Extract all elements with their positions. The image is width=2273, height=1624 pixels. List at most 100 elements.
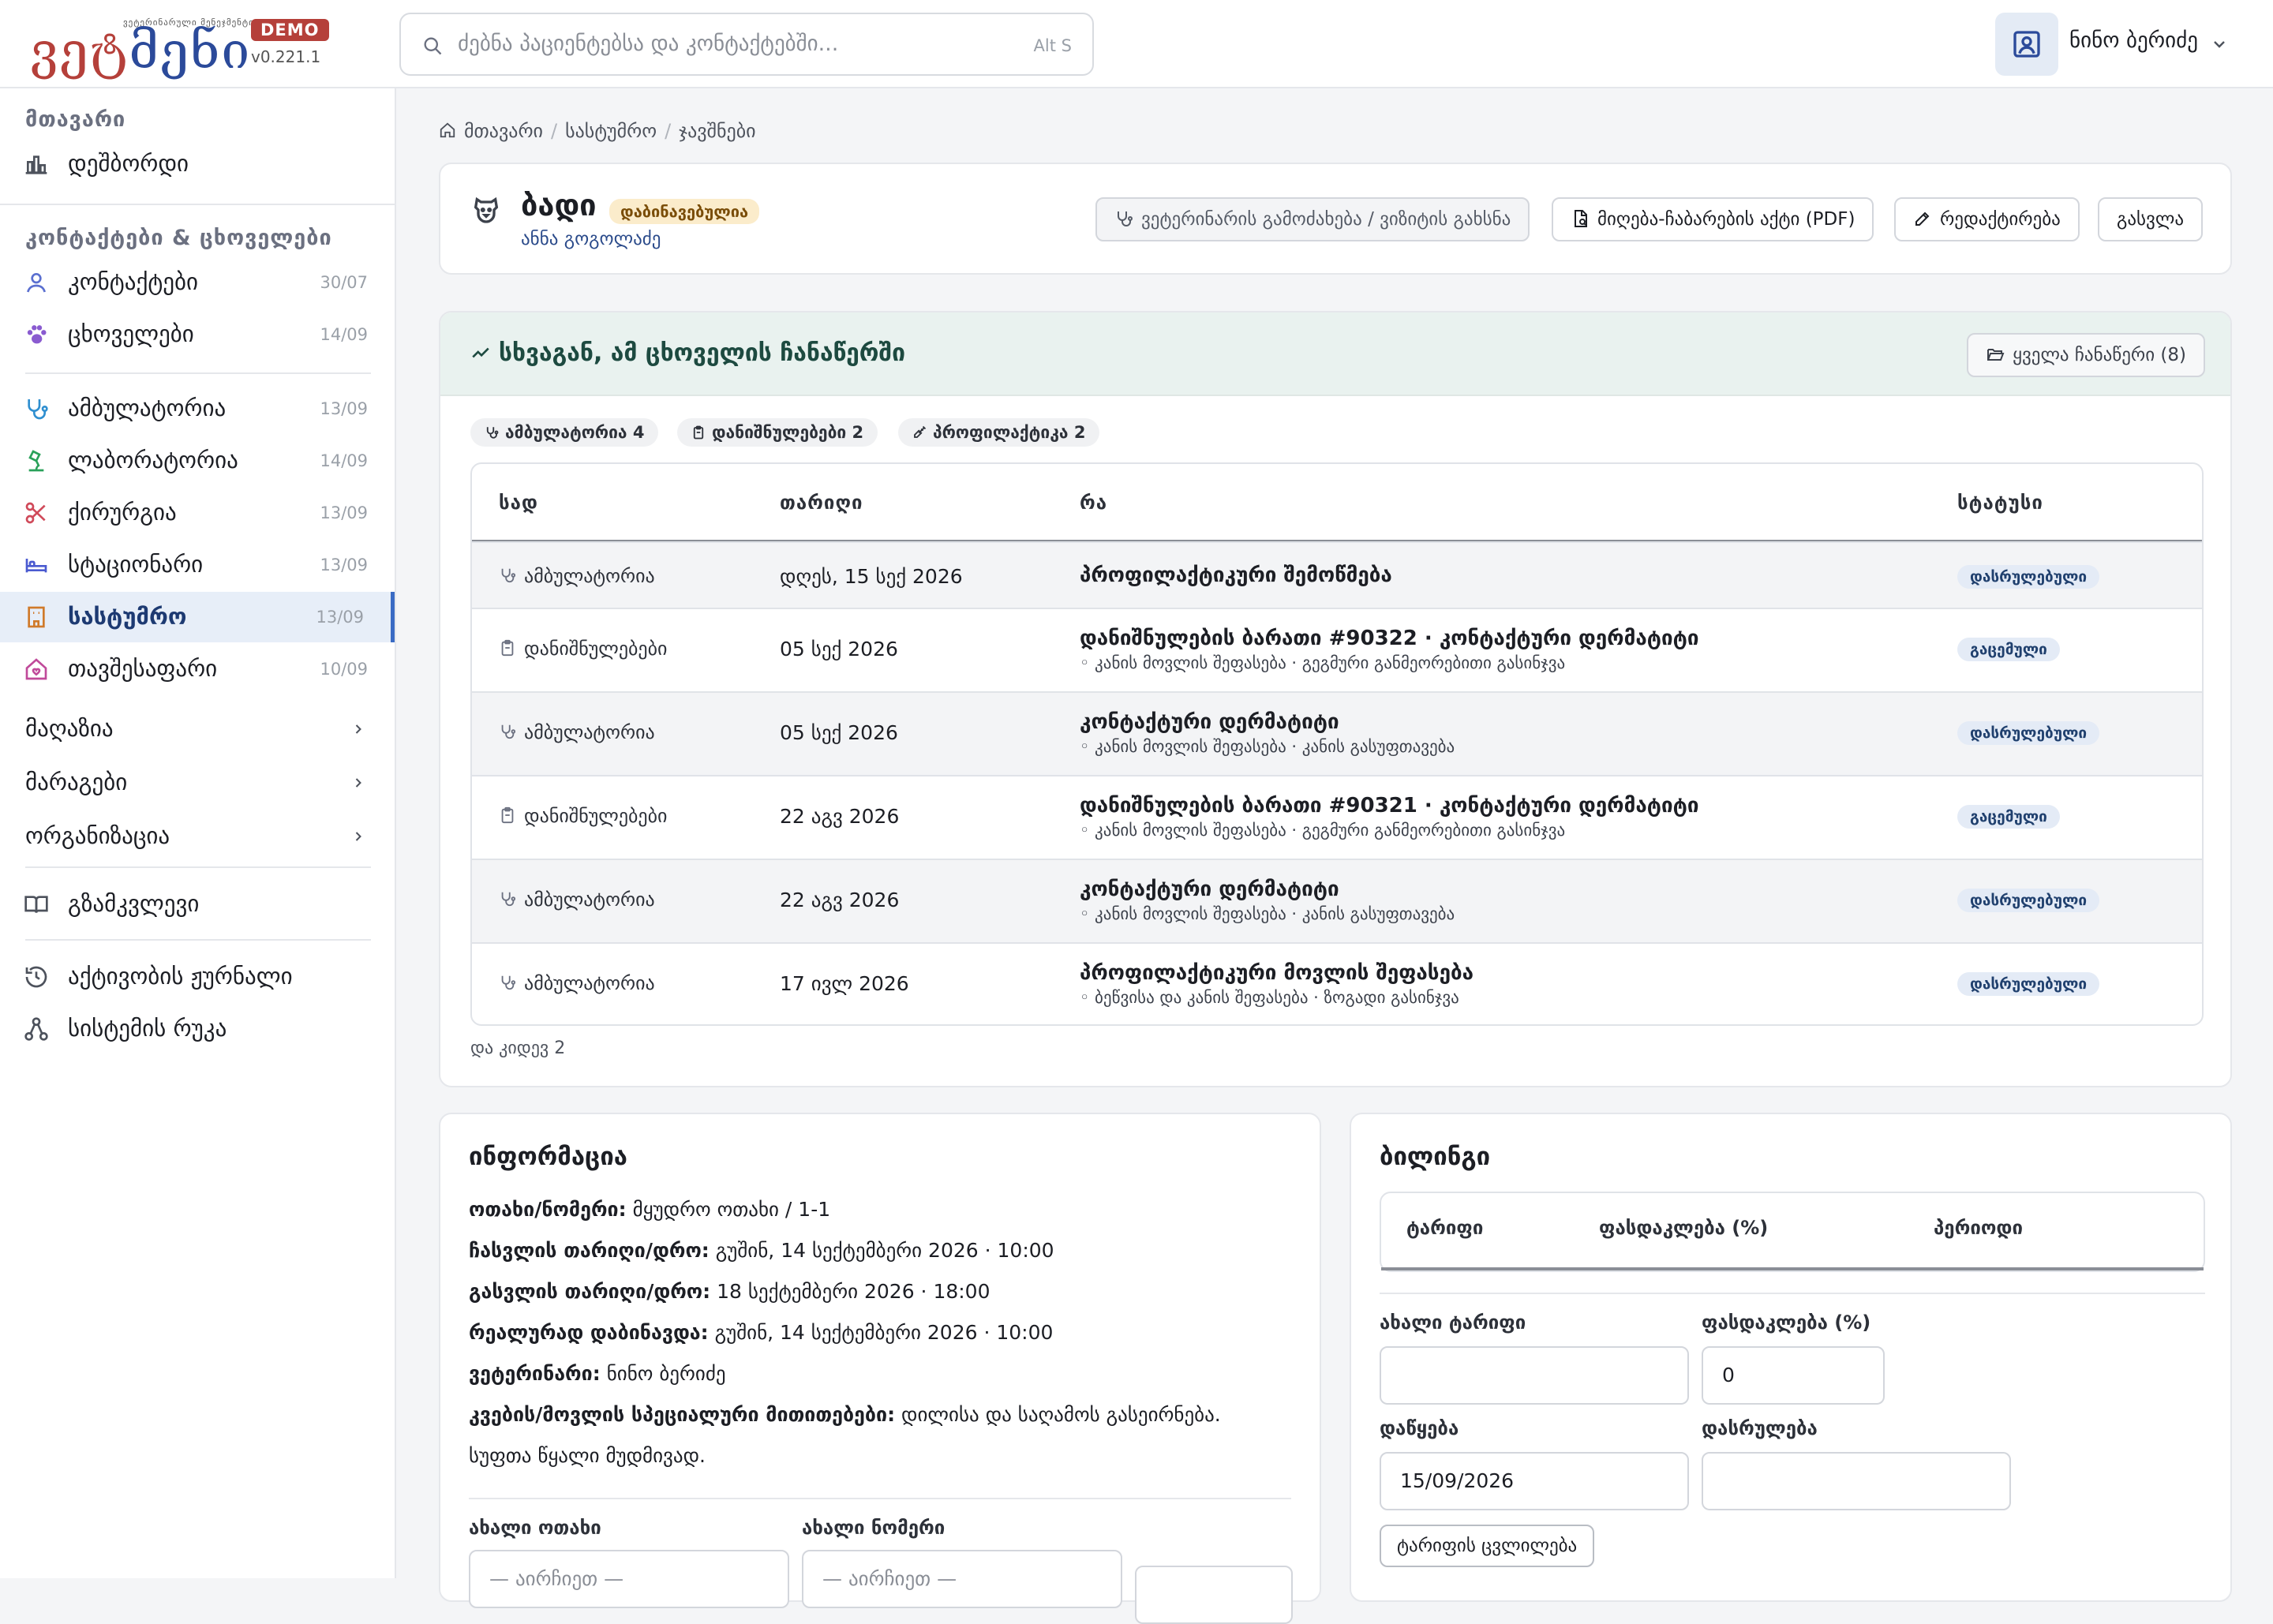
folder-open-icon <box>1987 348 2005 361</box>
end-date-label: დასრულება <box>1702 1417 1818 1439</box>
info-vet: ვეტერინარი: ნინო ბერიძე <box>469 1362 726 1385</box>
row-date: 22 აგვ 2026 <box>780 889 900 911</box>
sidebar-item-hotel[interactable]: სასტუმრო 13/09 <box>0 592 395 642</box>
user-avatar[interactable] <box>1995 13 2058 76</box>
row-what[interactable]: პროფილაქტიკური მოვლის შეფასება <box>1080 961 1474 985</box>
info-arrival-label: ჩასვლის თარიღი/დრო: <box>469 1239 710 1262</box>
global-search[interactable]: ძებნა პაციენტებსა და კონტაქტებში... Alt … <box>399 13 1094 76</box>
move-room-button[interactable] <box>1135 1566 1293 1624</box>
col-header-where[interactable]: სად <box>499 464 538 541</box>
sidebar-item-label: აქტივობის ჟურნალი <box>68 963 293 990</box>
status-badge: დასრულებული <box>1957 565 2100 589</box>
edit-button[interactable]: რედაქტირება <box>1894 197 2080 241</box>
filter-chip-prophylaxis[interactable]: პროფილაქტიკა 2 <box>898 418 1100 447</box>
sidebar-item-organization[interactable]: ორგანიზაცია <box>0 811 395 862</box>
row-date: 05 სექ 2026 <box>780 721 898 744</box>
all-records-label: ყველა ჩანაწერი (8) <box>2013 345 2186 365</box>
breadcrumb-hotel[interactable]: სასტუმრო <box>565 120 657 142</box>
col-header-date[interactable]: თარიღი <box>780 464 863 541</box>
table-row[interactable]: ამბულატორია 17 ივლ 2026 პროფილაქტიკური მ… <box>472 942 2202 1024</box>
sidebar-item-shop[interactable]: მაღაზია <box>0 704 395 754</box>
start-date-input[interactable]: 15/09/2026 <box>1380 1452 1689 1510</box>
sidebar-divider <box>25 866 371 868</box>
scissors-icon <box>25 502 46 524</box>
sidebar-divider <box>25 939 371 941</box>
sidebar-item-count: 10/09 <box>320 660 368 679</box>
row-where: ამბულატორია <box>499 721 655 743</box>
header-underline <box>1381 1267 2204 1270</box>
col-header-discount: ფასდაკლება (%) <box>1599 1217 1769 1239</box>
row-subtitle: ◦ კანის მოვლის შეფასება · გეგმური განმეო… <box>1080 821 1566 840</box>
stethoscope-icon <box>501 724 516 739</box>
new-room-select[interactable]: — აირჩიეთ — <box>469 1550 789 1608</box>
end-date-input[interactable] <box>1702 1452 2011 1510</box>
pencil-icon <box>1915 211 1930 226</box>
home-icon[interactable] <box>439 122 456 139</box>
sidebar-item-outpatient[interactable]: ამბულატორია 13/09 <box>0 384 395 434</box>
sidebar: მთავარი დეშბორდი კონტაქტები & ცხოველები … <box>0 88 396 1578</box>
filter-chip-outpatient[interactable]: ამბულატორია 4 <box>470 418 659 447</box>
top-bar: ვეტერინარული მენეჯმენტი ვეტმენი DEMO v0.… <box>0 0 2273 88</box>
status-badge: დასრულებული <box>1957 889 2100 912</box>
sidebar-item-lab[interactable]: ლაბორატორია 14/09 <box>0 436 395 486</box>
row-what[interactable]: კონტაქტური დერმატიტი <box>1080 710 1339 734</box>
info-actual-label: რეალურად დაბინავდა: <box>469 1321 709 1344</box>
row-what[interactable]: დანიშნულების ბარათი #90322 · კონტაქტური … <box>1080 627 1698 650</box>
discount-input[interactable]: 0 <box>1702 1346 1885 1405</box>
edit-label: რედაქტირება <box>1940 209 2061 230</box>
info-notes-value: დილისა და საღამოს გასეირნება. <box>901 1403 1221 1426</box>
table-row[interactable]: ამბულატორია 22 აგვ 2026 კონტაქტური დერმა… <box>472 859 2202 942</box>
col-header-what[interactable]: რა <box>1080 464 1107 541</box>
user-name[interactable]: ნინო ბერიძე <box>2069 28 2198 53</box>
row-what[interactable]: დანიშნულების ბარათი #90321 · კონტაქტური … <box>1080 794 1698 818</box>
checkout-button[interactable]: გასვლა <box>2098 197 2204 241</box>
stethoscope-icon <box>501 568 516 583</box>
info-departure: გასვლის თარიღი/დრო: 18 სექტემბერი 2026 ·… <box>469 1280 990 1303</box>
sidebar-item-guide[interactable]: გზამკვლევი <box>0 879 395 930</box>
sidebar-item-count: 13/09 <box>320 399 368 418</box>
page-title: ბადი <box>521 188 597 223</box>
filter-chip-prescriptions[interactable]: დანიშნულებები 2 <box>677 418 878 447</box>
chevron-down-icon[interactable] <box>2210 35 2229 54</box>
paw-icon <box>27 325 47 344</box>
sidebar-item-activity-log[interactable]: აქტივობის ჟურნალი <box>0 952 395 1002</box>
book-icon <box>24 896 48 913</box>
table-row[interactable]: ამბულატორია დღეს, 15 სექ 2026 პროფილაქტი… <box>472 541 2202 608</box>
row-date: 22 აგვ 2026 <box>780 805 900 828</box>
start-date-label: დაწყება <box>1380 1417 1459 1439</box>
sidebar-item-system-map[interactable]: სისტემის რუკა <box>0 1004 395 1054</box>
sidebar-item-inpatient[interactable]: სტაციონარი 13/09 <box>0 540 395 590</box>
sidebar-item-label: ორგანიზაცია <box>25 822 170 849</box>
user-icon <box>2013 31 2040 58</box>
new-tariff-input[interactable] <box>1380 1346 1689 1405</box>
change-tariff-button[interactable]: ტარიფის ცვლილება <box>1380 1525 1595 1567</box>
sidebar-item-animals[interactable]: ცხოველები 14/09 <box>0 309 395 360</box>
row-what[interactable]: პროფილაქტიკური შემოწმება <box>1080 563 1392 587</box>
all-records-button[interactable]: ყველა ჩანაწერი (8) <box>1967 333 2205 377</box>
row-where: ამბულატორია <box>499 972 655 994</box>
pdf-act-label: მიღება-ჩაბარების აქტი (PDF) <box>1597 209 1855 230</box>
col-header-status[interactable]: სტატუსი <box>1957 464 2043 541</box>
stethoscope-icon <box>486 426 499 439</box>
sidebar-item-dashboard[interactable]: დეშბორდი <box>0 139 395 189</box>
more-records-link[interactable]: და კიდევ 2 <box>470 1038 565 1058</box>
pdf-act-button[interactable]: მიღება-ჩაბარების აქტი (PDF) <box>1552 197 1874 241</box>
chevron-right-icon <box>355 832 361 841</box>
table-row[interactable]: დანიშნულებები 22 აგვ 2026 დანიშნულების ბ… <box>472 775 2202 859</box>
new-number-select[interactable]: — აირჩიეთ — <box>802 1550 1122 1608</box>
owner-link[interactable]: ანნა გოგოლაძე <box>521 229 661 249</box>
breadcrumb-home[interactable]: მთავარი <box>464 120 543 142</box>
row-where: დანიშნულებები <box>499 638 667 660</box>
call-vet-button[interactable]: ვეტერინარის გამოძახება / ვიზიტის გახსნა <box>1095 197 1530 241</box>
house-heart-icon <box>25 658 47 680</box>
search-input[interactable]: ძებნა პაციენტებსა და კონტაქტებში... <box>458 32 838 56</box>
table-row[interactable]: ამბულატორია 05 სექ 2026 კონტაქტური დერმა… <box>472 691 2202 775</box>
sidebar-item-label: ცხოველები <box>68 320 194 347</box>
sidebar-item-stock[interactable]: მარაგები <box>0 758 395 808</box>
sidebar-item-contacts[interactable]: კონტაქტები 30/07 <box>0 257 395 308</box>
row-what[interactable]: კონტაქტური დერმატიტი <box>1080 877 1339 901</box>
sidebar-item-shelter[interactable]: თავშესაფარი 10/09 <box>0 644 395 694</box>
table-row[interactable]: დანიშნულებები 05 სექ 2026 დანიშნულების ბ… <box>472 608 2202 691</box>
sidebar-item-surgery[interactable]: ქირურგია 13/09 <box>0 488 395 538</box>
sidebar-item-label: ამბულატორია <box>68 395 227 421</box>
